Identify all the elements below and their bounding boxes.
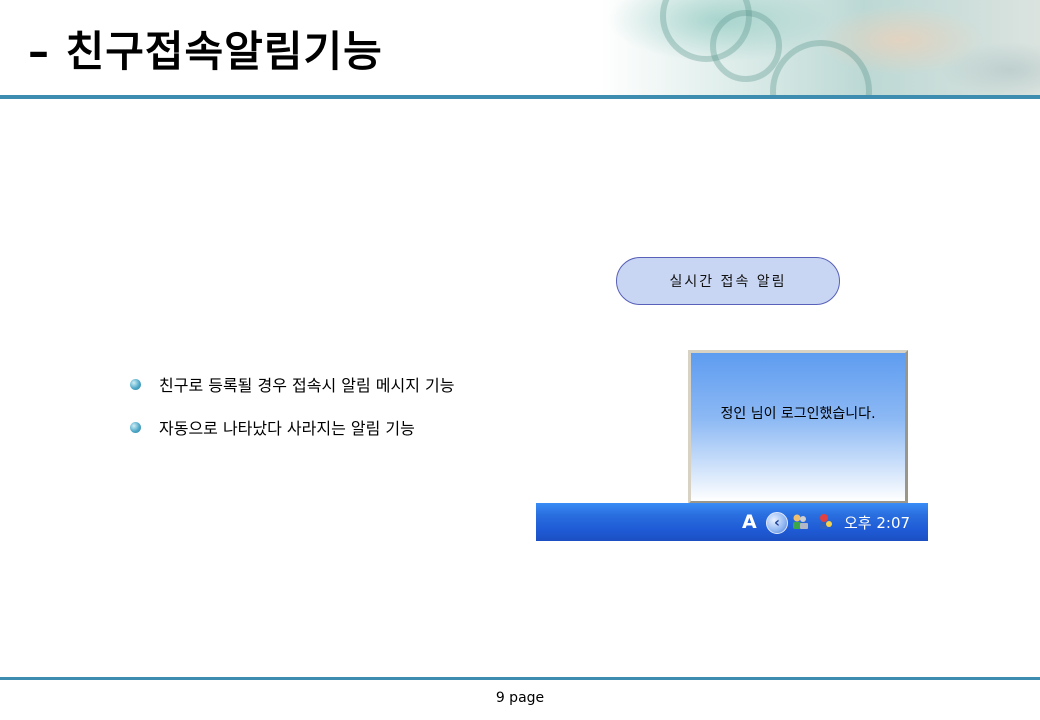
header-decorative-image	[600, 0, 1040, 96]
show-hidden-icons-chevron-icon[interactable]: ‹	[766, 512, 788, 534]
bullet-list: 친구로 등록될 경우 접속시 알림 메시지 기능 자동으로 나타났다 사라지는 …	[130, 372, 454, 458]
callout-label: 실시간 접속 알림	[616, 257, 840, 305]
list-item: 자동으로 나타났다 사라지는 알림 기능	[130, 415, 454, 439]
messenger-icon[interactable]	[814, 512, 834, 532]
page-title: – 친구접속알림기능	[28, 27, 383, 76]
login-notification-popup[interactable]: 정인 님이 로그인했습니다.	[688, 350, 908, 504]
footer-divider	[0, 677, 1040, 680]
header-divider	[0, 95, 1040, 99]
bullet-icon	[130, 421, 141, 433]
bullet-text: 친구로 등록될 경우 접속시 알림 메시지 기능	[159, 376, 455, 395]
bullet-text: 자동으로 나타났다 사라지는 알림 기능	[159, 419, 415, 438]
taskbar-system-tray: A ‹ 오후 2:07	[536, 503, 928, 541]
network-users-icon[interactable]	[790, 512, 810, 532]
notification-message: 정인 님이 로그인했습니다.	[720, 406, 876, 422]
list-item: 친구로 등록될 경우 접속시 알림 메시지 기능	[130, 372, 454, 396]
bullet-icon	[130, 378, 141, 390]
page-number: 9 page	[495, 690, 545, 706]
ime-indicator[interactable]: A	[742, 511, 757, 533]
taskbar-clock[interactable]: 오후 2:07	[844, 512, 910, 533]
